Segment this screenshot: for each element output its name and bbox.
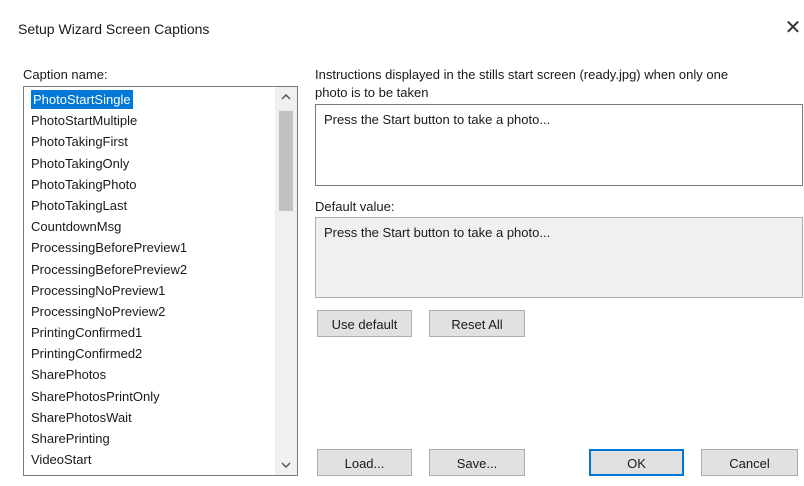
caption-list-item[interactable]: PhotoStartSingle [28, 89, 273, 110]
caption-list-item[interactable]: SharePrinting [28, 428, 273, 449]
caption-list-item[interactable]: ProcessingNoPreview1 [28, 280, 273, 301]
caption-list-item-label: ProcessingNoPreview2 [31, 303, 166, 319]
caption-list-item-label: PhotoStartSingle [31, 90, 133, 109]
caption-list-item-label: PrintingConfirmed2 [31, 346, 143, 362]
default-value-field: Press the Start button to take a photo..… [315, 217, 803, 298]
setup-wizard-captions-dialog: Setup Wizard Screen Captions ✕ Caption n… [0, 0, 804, 486]
save-button[interactable]: Save... [429, 449, 525, 476]
cancel-button[interactable]: Cancel [701, 449, 798, 476]
reset-all-button[interactable]: Reset All [429, 310, 525, 337]
caption-list-items: PhotoStartSingle PhotoStartMultiple PhotoT… [28, 89, 273, 470]
instructions-line-1: Instructions displayed in the stills sta… [315, 67, 729, 82]
caption-list-item[interactable]: PrintingConfirmed2 [28, 343, 273, 364]
caption-list-item-label: PhotoTakingLast [31, 197, 128, 213]
caption-name-listbox[interactable]: PhotoStartSingle PhotoStartMultiple PhotoT… [23, 86, 298, 476]
caption-list-item[interactable]: SharePhotosWait [28, 407, 273, 428]
caption-list-item-label: PhotoTakingOnly [31, 155, 130, 171]
caption-list-item-label: CountdownMsg [31, 219, 122, 235]
list-scrollbar[interactable] [275, 87, 297, 475]
caption-list-item-label: ProcessingBeforePreview2 [31, 261, 188, 277]
caption-name-label: Caption name: [23, 67, 108, 82]
caption-list-item-label: PhotoTakingFirst [31, 134, 128, 150]
caption-text-input[interactable]: Press the Start button to take a photo..… [315, 104, 803, 186]
caption-list-item-label: PrintingConfirmed1 [31, 325, 143, 341]
caption-list-item[interactable]: PhotoTakingFirst [28, 131, 273, 152]
caption-list-item[interactable]: ProcessingNoPreview2 [28, 301, 273, 322]
caption-list-item[interactable]: CountdownMsg [28, 216, 273, 237]
caption-list-item[interactable]: ProcessingBeforePreview1 [28, 237, 273, 258]
caption-list-item[interactable]: PhotoStartMultiple [28, 110, 273, 131]
caption-list-item-label: SharePhotosWait [31, 409, 132, 425]
scroll-up-icon[interactable] [275, 87, 297, 107]
caption-list-item[interactable]: PhotoTakingLast [28, 195, 273, 216]
scroll-down-icon[interactable] [275, 455, 297, 475]
default-value-label: Default value: [315, 199, 395, 214]
caption-list-item-label: PhotoTakingPhoto [31, 176, 137, 192]
caption-list-item[interactable]: ProcessingBeforePreview2 [28, 259, 273, 280]
caption-list-item-label: ProcessingNoPreview1 [31, 282, 166, 298]
instructions-line-2: photo is to be taken [315, 85, 429, 100]
scroll-thumb[interactable] [279, 111, 293, 211]
caption-list-item-label: VideoStart [31, 452, 92, 468]
close-icon[interactable]: ✕ [783, 16, 803, 40]
caption-list-item[interactable]: SharePhotos [28, 364, 273, 385]
load-button[interactable]: Load... [317, 449, 412, 476]
caption-list-item[interactable]: PhotoTakingOnly [28, 153, 273, 174]
caption-list-item[interactable]: PrintingConfirmed1 [28, 322, 273, 343]
caption-list-item[interactable]: VideoStart [28, 449, 273, 470]
caption-list-item-label: SharePrinting [31, 431, 110, 446]
use-default-button[interactable]: Use default [317, 310, 412, 337]
ok-button[interactable]: OK [589, 449, 684, 476]
caption-list-item-label: ProcessingBeforePreview1 [31, 240, 188, 256]
caption-list-item-label: PhotoStartMultiple [31, 113, 138, 129]
caption-list-item-label: SharePhotosPrintOnly [31, 388, 160, 404]
caption-list-item[interactable]: SharePhotosPrintOnly [28, 386, 273, 407]
dialog-title: Setup Wizard Screen Captions [18, 21, 210, 37]
caption-list-item[interactable]: PhotoTakingPhoto [28, 174, 273, 195]
caption-list-item-label: SharePhotos [31, 367, 107, 383]
